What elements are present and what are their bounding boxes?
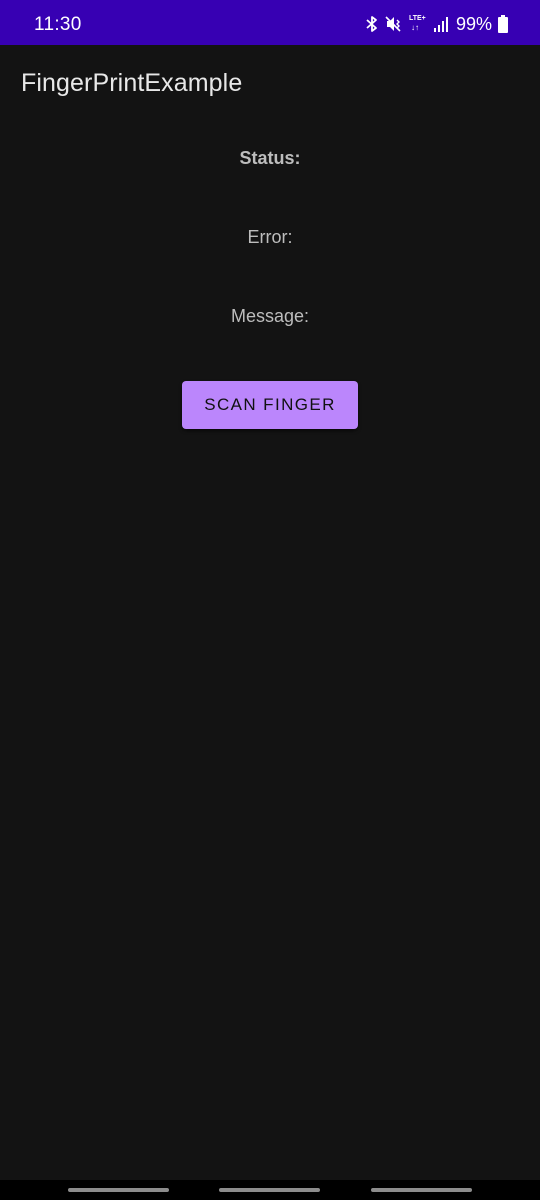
battery-percent: 99% [455, 13, 492, 34]
bluetooth-icon [366, 15, 378, 33]
lte-icon: LTE+ ↓↑ [408, 13, 428, 35]
back-button[interactable] [371, 1188, 472, 1192]
data-arrows: ↓↑ [410, 23, 419, 32]
mute-vibrate-icon [384, 15, 402, 33]
home-button[interactable] [219, 1188, 320, 1192]
status-bar: 11:30 LTE+ ↓↑ 99% [0, 0, 540, 45]
message-label: Message: [230, 306, 310, 326]
status-time: 11:30 [34, 14, 82, 35]
status-icons: LTE+ ↓↑ 99% [366, 13, 508, 35]
error-label: Error: [247, 227, 293, 247]
status-label: Status: [239, 148, 301, 168]
scan-finger-button[interactable]: SCAN FINGER [182, 381, 358, 429]
signal-icon [433, 16, 448, 32]
lte-label: LTE+ [408, 15, 426, 22]
app-title: FingerPrintExample [21, 69, 243, 97]
battery-icon [498, 15, 508, 33]
navigation-bar [0, 1180, 540, 1200]
recent-apps-button[interactable] [68, 1188, 169, 1192]
app-screen: 11:30 LTE+ ↓↑ 99% FingerPrintExample Sta… [0, 0, 540, 1200]
